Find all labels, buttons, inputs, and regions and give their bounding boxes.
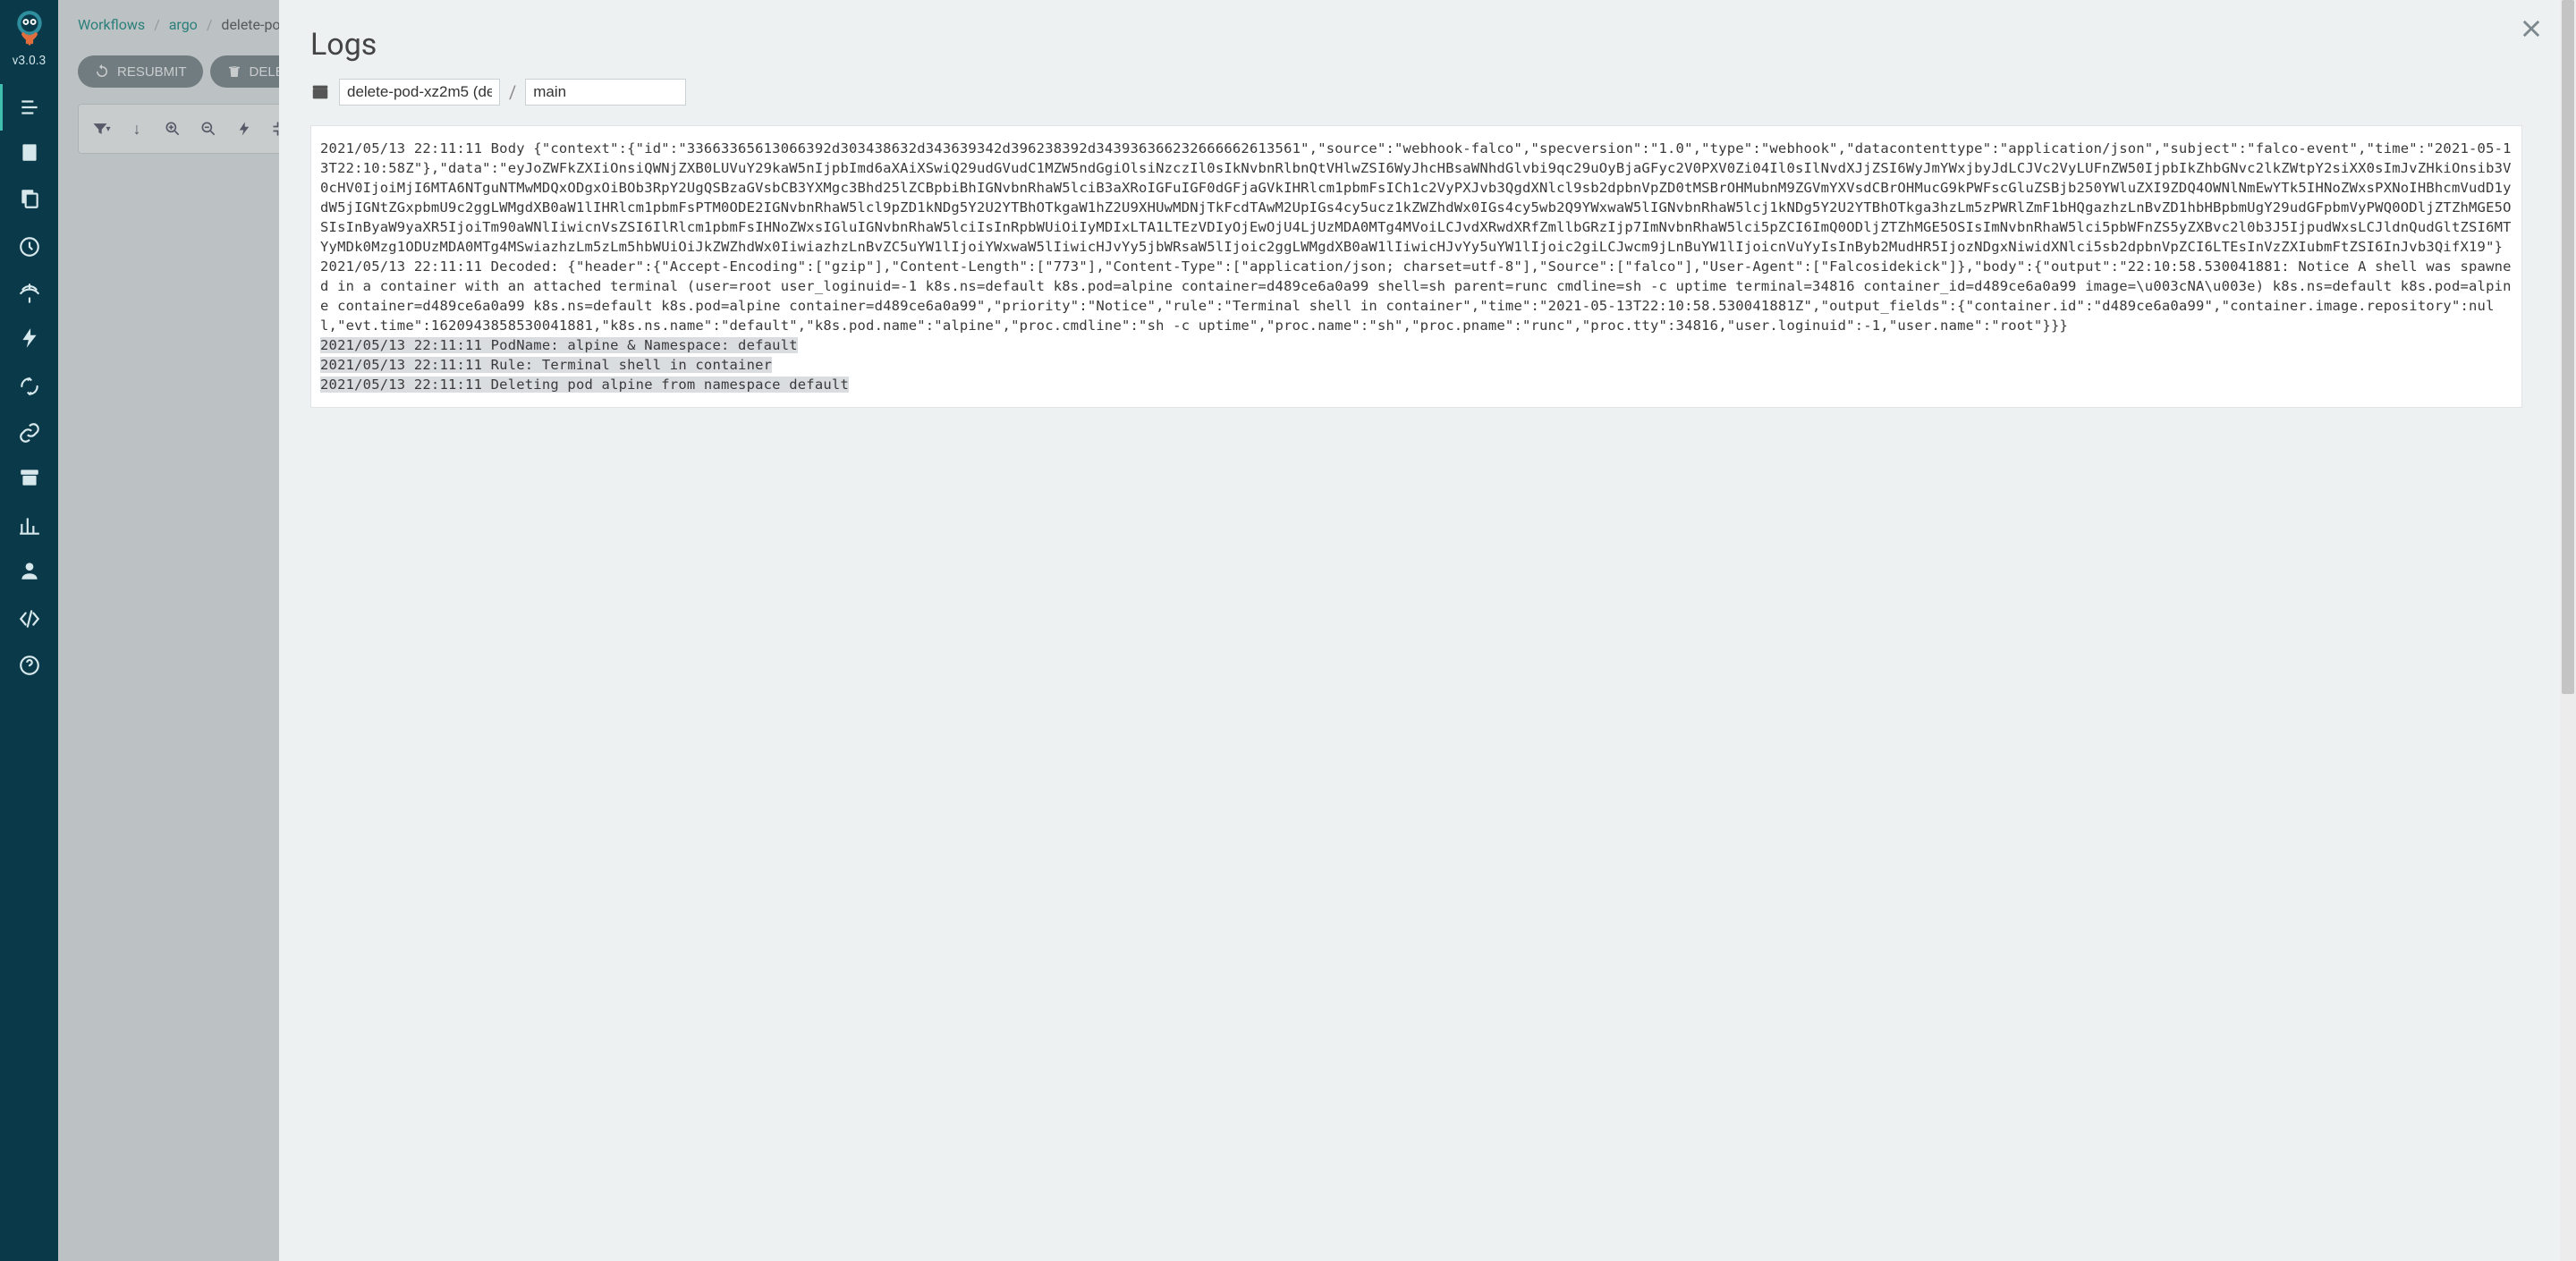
nav-events[interactable] — [0, 270, 58, 317]
nav-link[interactable] — [0, 410, 58, 456]
logs-panel: Logs / 2021/05/13 22:11:11 Body {"contex… — [279, 0, 2576, 1261]
nav-sensors[interactable] — [0, 317, 58, 363]
nav-eventflow[interactable] — [0, 363, 58, 410]
panel-title: Logs — [310, 27, 2522, 63]
sidebar: v3.0.3 — [0, 0, 58, 1261]
nav — [0, 84, 58, 689]
nav-reports[interactable] — [0, 503, 58, 549]
nav-help[interactable] — [0, 642, 58, 689]
nav-apidocs[interactable] — [0, 596, 58, 642]
nav-cron[interactable] — [0, 224, 58, 270]
version-label: v3.0.3 — [13, 54, 47, 68]
log-line: 2021/05/13 22:11:11 Decoded: {"header":{… — [320, 257, 2512, 335]
nav-user[interactable] — [0, 549, 58, 596]
path-sep: / — [509, 81, 516, 103]
nav-archive[interactable] — [0, 456, 58, 503]
scrollbar-thumb[interactable] — [2562, 0, 2574, 694]
log-line: 2021/05/13 22:11:11 Body {"context":{"id… — [320, 139, 2512, 257]
nav-workflows[interactable] — [0, 84, 58, 131]
panel-inputs: / — [310, 79, 2522, 106]
scrollbar[interactable] — [2560, 0, 2576, 1261]
close-button[interactable] — [2519, 16, 2544, 41]
app-root: v3.0.3 Workflows / argo / delete — [0, 0, 2576, 1261]
workflow-select[interactable] — [339, 79, 500, 106]
argo-logo — [10, 7, 49, 47]
nav-templates[interactable] — [0, 131, 58, 177]
logo-block: v3.0.3 — [10, 7, 49, 68]
log-output[interactable]: 2021/05/13 22:11:11 Body {"context":{"id… — [310, 125, 2522, 408]
log-line-highlighted: 2021/05/13 22:11:11 Deleting pod alpine … — [320, 375, 2512, 394]
box-icon — [310, 82, 330, 102]
log-line-highlighted: 2021/05/13 22:11:11 Rule: Terminal shell… — [320, 355, 2512, 375]
workspace: Workflows / argo / delete-pod-xz RESUBMI… — [58, 0, 2576, 1261]
container-select[interactable] — [525, 79, 686, 106]
nav-stack[interactable] — [0, 177, 58, 224]
log-line-highlighted: 2021/05/13 22:11:11 PodName: alpine & Na… — [320, 335, 2512, 355]
